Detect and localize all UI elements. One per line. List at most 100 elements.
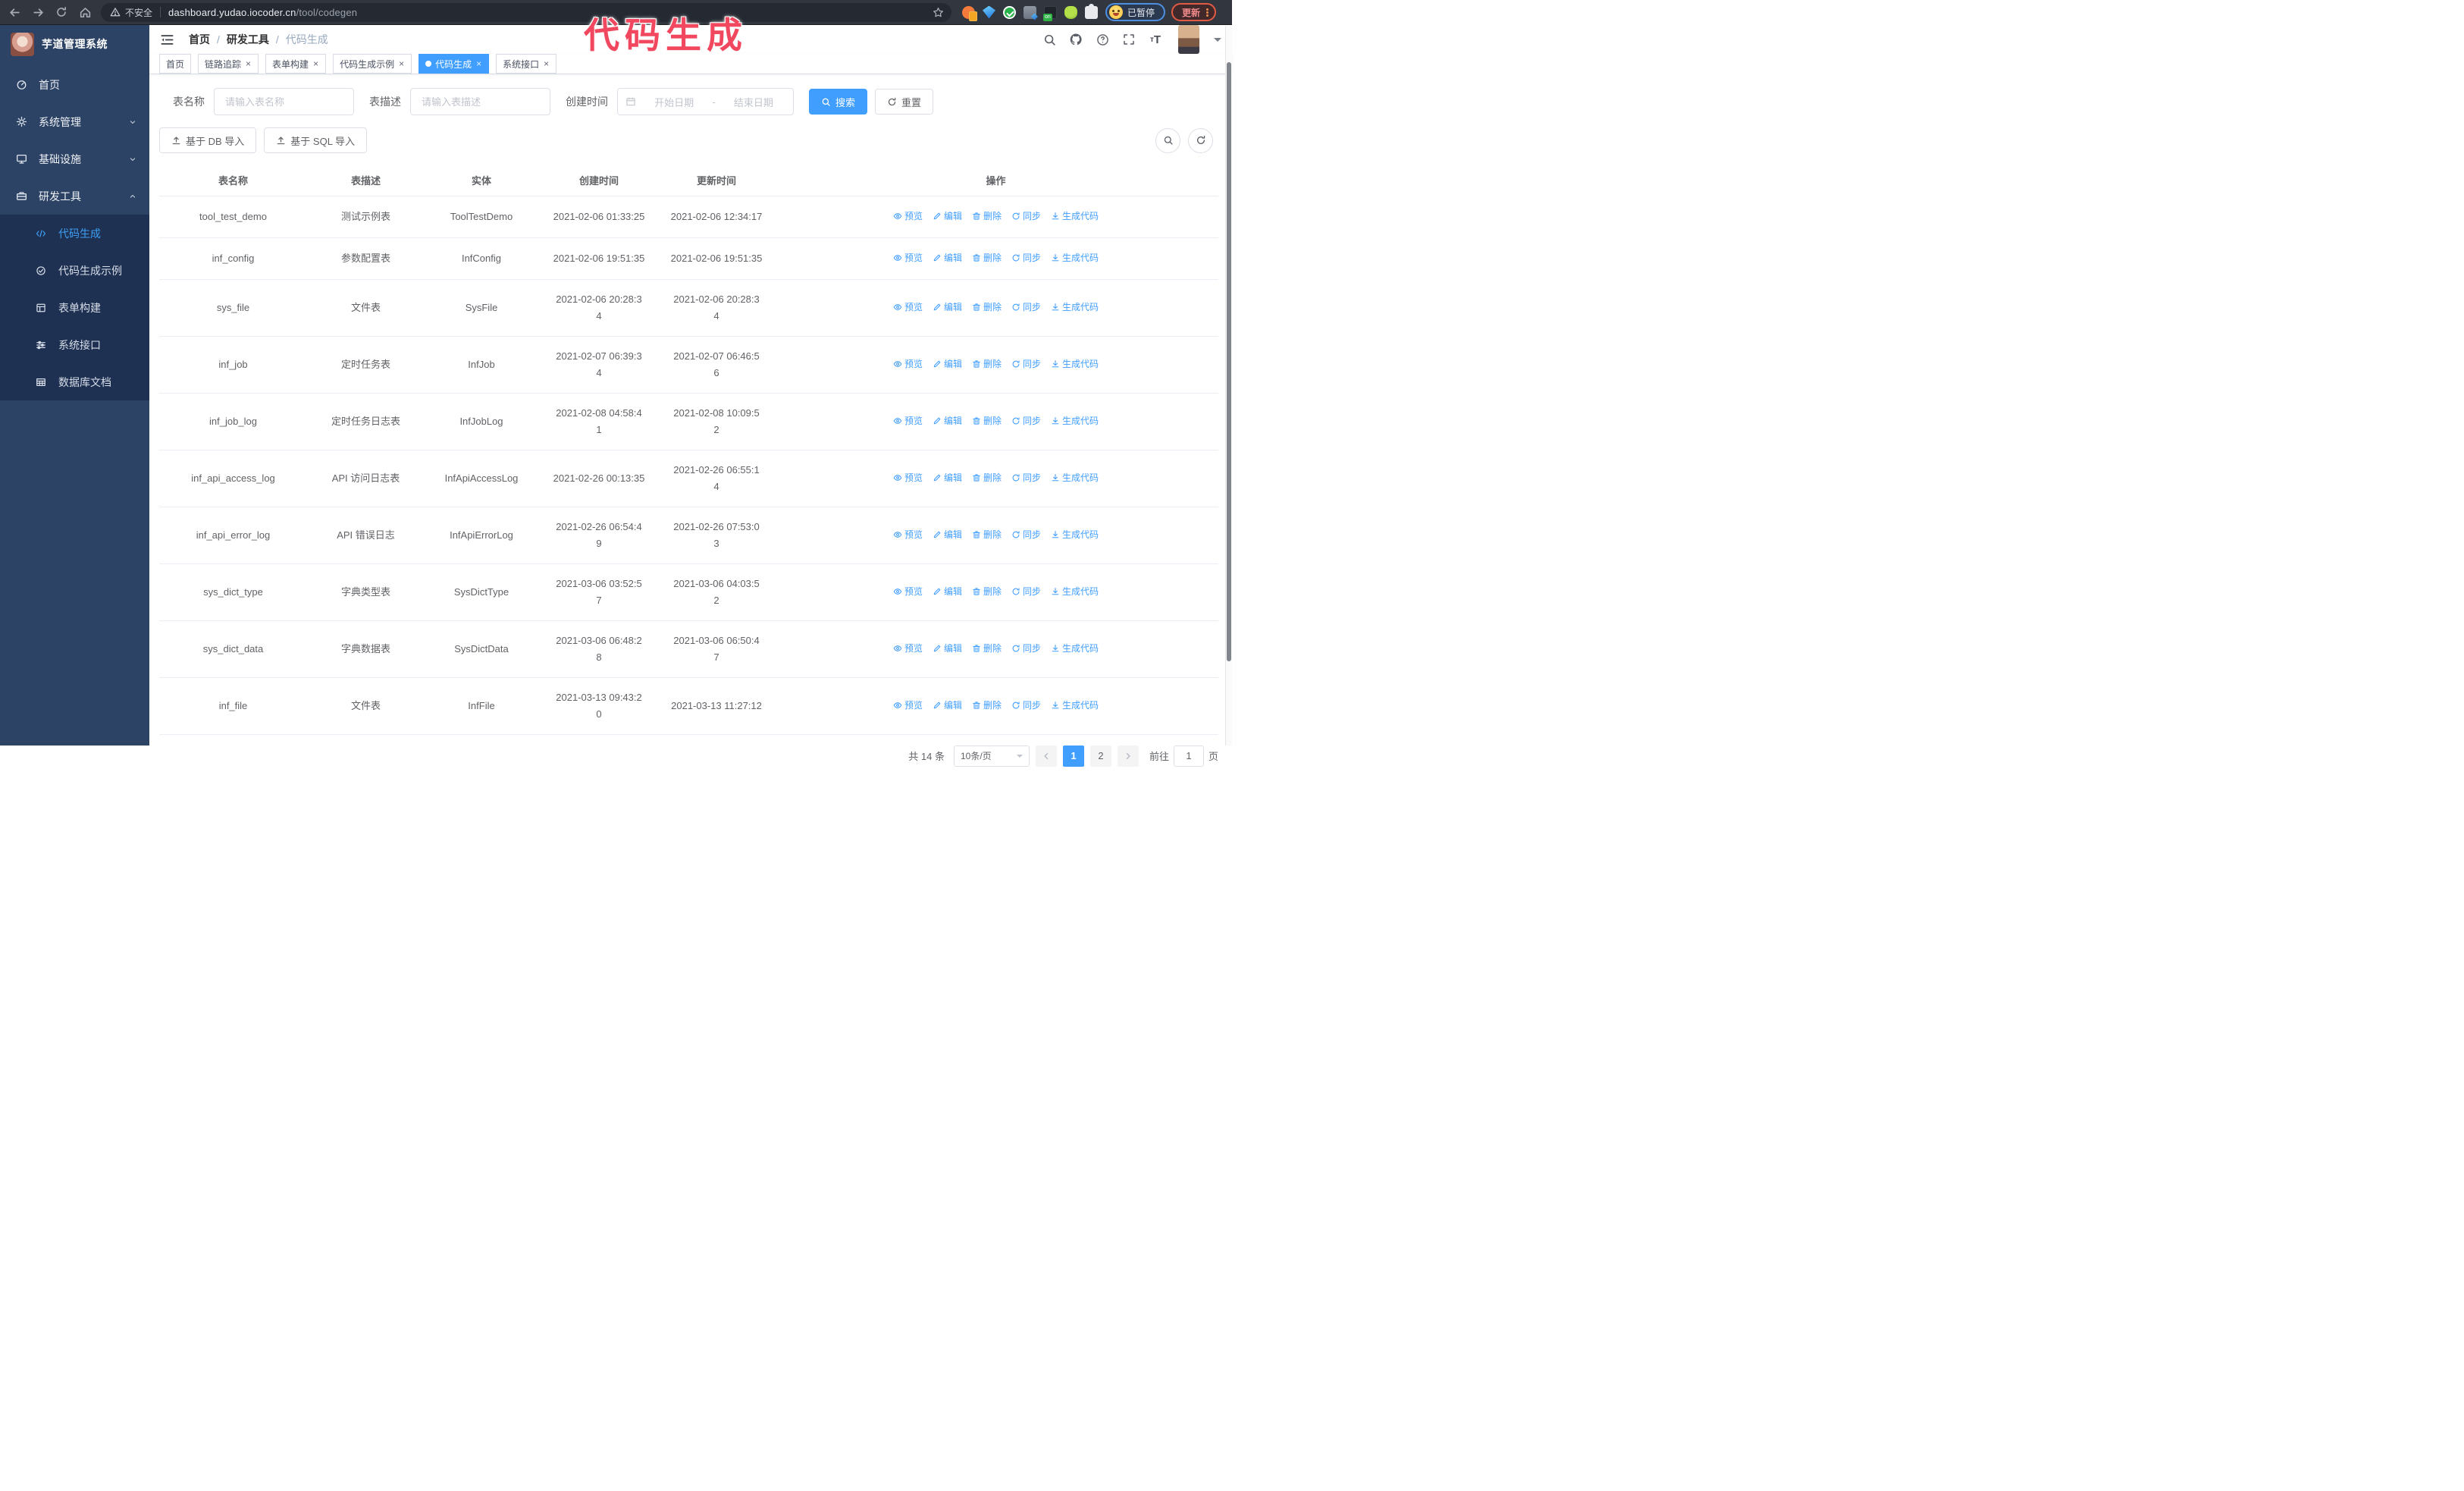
action-eye-link[interactable]: 预览: [893, 583, 923, 600]
extension-gem-icon[interactable]: [983, 5, 995, 19]
sidebar-submenu-item[interactable]: 代码生成: [0, 215, 149, 252]
security-warning[interactable]: 不安全: [110, 6, 152, 19]
action-download-link[interactable]: 生成代码: [1051, 250, 1099, 266]
action-sync-link[interactable]: 同步: [1011, 526, 1041, 543]
tags-view-tab[interactable]: 首页: [159, 54, 192, 74]
back-icon[interactable]: [8, 5, 21, 19]
action-edit-link[interactable]: 编辑: [933, 469, 962, 486]
action-delete-link[interactable]: 删除: [972, 250, 1002, 266]
date-start-placeholder[interactable]: 开始日期: [642, 95, 706, 109]
tags-view-tab[interactable]: 代码生成示例 ×: [333, 54, 412, 74]
action-delete-link[interactable]: 删除: [972, 640, 1002, 657]
tags-view-tab[interactable]: 表单构建 ×: [265, 54, 327, 74]
toggle-search-button[interactable]: [1155, 127, 1180, 153]
action-download-link[interactable]: 生成代码: [1051, 526, 1099, 543]
breadcrumb-item[interactable]: 首页: [189, 32, 210, 47]
action-delete-link[interactable]: 删除: [972, 208, 1002, 224]
close-tab-icon[interactable]: ×: [245, 58, 252, 69]
tags-view-tab[interactable]: 系统接口 ×: [496, 54, 557, 74]
goto-page-input[interactable]: [1173, 745, 1204, 767]
extension-check-icon[interactable]: [1003, 5, 1016, 19]
action-delete-link[interactable]: 删除: [972, 299, 1002, 315]
sidebar-menu-item[interactable]: 首页: [0, 66, 149, 103]
github-icon[interactable]: [1069, 33, 1083, 46]
action-sync-link[interactable]: 同步: [1011, 299, 1041, 315]
tags-view-tab[interactable]: 链路追踪 ×: [198, 54, 259, 74]
home-icon[interactable]: [78, 5, 92, 19]
action-sync-link[interactable]: 同步: [1011, 469, 1041, 486]
close-tab-icon[interactable]: ×: [312, 58, 319, 69]
action-delete-link[interactable]: 删除: [972, 356, 1002, 372]
action-sync-link[interactable]: 同步: [1011, 356, 1041, 372]
date-range-picker[interactable]: 开始日期 - 结束日期: [617, 88, 794, 115]
action-delete-link[interactable]: 删除: [972, 526, 1002, 543]
action-eye-link[interactable]: 预览: [893, 526, 923, 543]
action-edit-link[interactable]: 编辑: [933, 413, 962, 429]
action-delete-link[interactable]: 删除: [972, 583, 1002, 600]
sidebar-collapse-icon[interactable]: [160, 32, 175, 47]
table-desc-input[interactable]: [410, 88, 550, 115]
tags-view-tab[interactable]: 代码生成 ×: [419, 54, 490, 74]
date-end-placeholder[interactable]: 结束日期: [722, 95, 785, 109]
action-edit-link[interactable]: 编辑: [933, 697, 962, 714]
action-edit-link[interactable]: 编辑: [933, 299, 962, 315]
action-sync-link[interactable]: 同步: [1011, 208, 1041, 224]
action-eye-link[interactable]: 预览: [893, 356, 923, 372]
action-eye-link[interactable]: 预览: [893, 413, 923, 429]
action-eye-link[interactable]: 预览: [893, 640, 923, 657]
action-download-link[interactable]: 生成代码: [1051, 208, 1099, 224]
browser-update-button[interactable]: 更新: [1171, 3, 1217, 21]
close-tab-icon[interactable]: ×: [475, 58, 482, 69]
sidebar-menu-item[interactable]: 基础设施: [0, 140, 149, 177]
help-icon[interactable]: [1096, 33, 1109, 46]
sidebar-submenu-item[interactable]: 数据库文档: [0, 363, 149, 400]
next-page-button[interactable]: [1117, 745, 1139, 767]
fullscreen-icon[interactable]: [1122, 33, 1136, 46]
extension-orange-icon[interactable]: [962, 5, 977, 21]
action-download-link[interactable]: 生成代码: [1051, 697, 1099, 714]
action-download-link[interactable]: 生成代码: [1051, 640, 1099, 657]
action-sync-link[interactable]: 同步: [1011, 697, 1041, 714]
action-download-link[interactable]: 生成代码: [1051, 299, 1099, 315]
action-edit-link[interactable]: 编辑: [933, 583, 962, 600]
browser-menu-icon[interactable]: [1206, 8, 1209, 17]
action-delete-link[interactable]: 删除: [972, 469, 1002, 486]
action-sync-link[interactable]: 同步: [1011, 250, 1041, 266]
extension-on-badge-icon[interactable]: [1043, 5, 1057, 21]
paused-badge[interactable]: 已暂停: [1105, 3, 1166, 21]
page-size-select[interactable]: 10条/页: [953, 745, 1030, 767]
forward-icon[interactable]: [31, 5, 45, 19]
action-download-link[interactable]: 生成代码: [1051, 469, 1099, 486]
app-logo[interactable]: 芋道管理系统: [0, 25, 149, 63]
sidebar-submenu-item[interactable]: 系统接口: [0, 326, 149, 363]
action-sync-link[interactable]: 同步: [1011, 640, 1041, 657]
search-icon[interactable]: [1042, 33, 1056, 46]
action-delete-link[interactable]: 删除: [972, 413, 1002, 429]
sidebar-menu-item[interactable]: 研发工具: [0, 177, 149, 215]
sidebar-submenu-item[interactable]: 表单构建: [0, 289, 149, 326]
action-download-link[interactable]: 生成代码: [1051, 356, 1099, 372]
action-edit-link[interactable]: 编辑: [933, 356, 962, 372]
close-tab-icon[interactable]: ×: [398, 58, 405, 69]
prev-page-button[interactable]: [1035, 745, 1057, 767]
scrollbar-thumb[interactable]: [1227, 62, 1231, 661]
close-tab-icon[interactable]: ×: [543, 58, 550, 69]
action-edit-link[interactable]: 编辑: [933, 526, 962, 543]
font-size-icon[interactable]: тT: [1149, 33, 1162, 46]
action-sync-link[interactable]: 同步: [1011, 413, 1041, 429]
action-eye-link[interactable]: 预览: [893, 469, 923, 486]
address-bar[interactable]: 不安全 dashboard.yudao.iocoder.cn/tool/code…: [101, 2, 951, 22]
page-scrollbar[interactable]: [1225, 26, 1232, 746]
import-sql-button[interactable]: 基于 SQL 导入: [264, 127, 368, 153]
sidebar-submenu-item[interactable]: 代码生成示例: [0, 252, 149, 289]
user-avatar[interactable]: [1178, 25, 1199, 54]
user-menu-caret-icon[interactable]: [1214, 37, 1221, 46]
action-download-link[interactable]: 生成代码: [1051, 583, 1099, 600]
action-download-link[interactable]: 生成代码: [1051, 413, 1099, 429]
extensions-puzzle-icon[interactable]: [1085, 3, 1098, 19]
action-eye-link[interactable]: 预览: [893, 697, 923, 714]
action-edit-link[interactable]: 编辑: [933, 640, 962, 657]
page-number-button[interactable]: 1: [1062, 745, 1084, 767]
action-eye-link[interactable]: 预览: [893, 208, 923, 224]
sidebar-menu-item[interactable]: 系统管理: [0, 103, 149, 140]
